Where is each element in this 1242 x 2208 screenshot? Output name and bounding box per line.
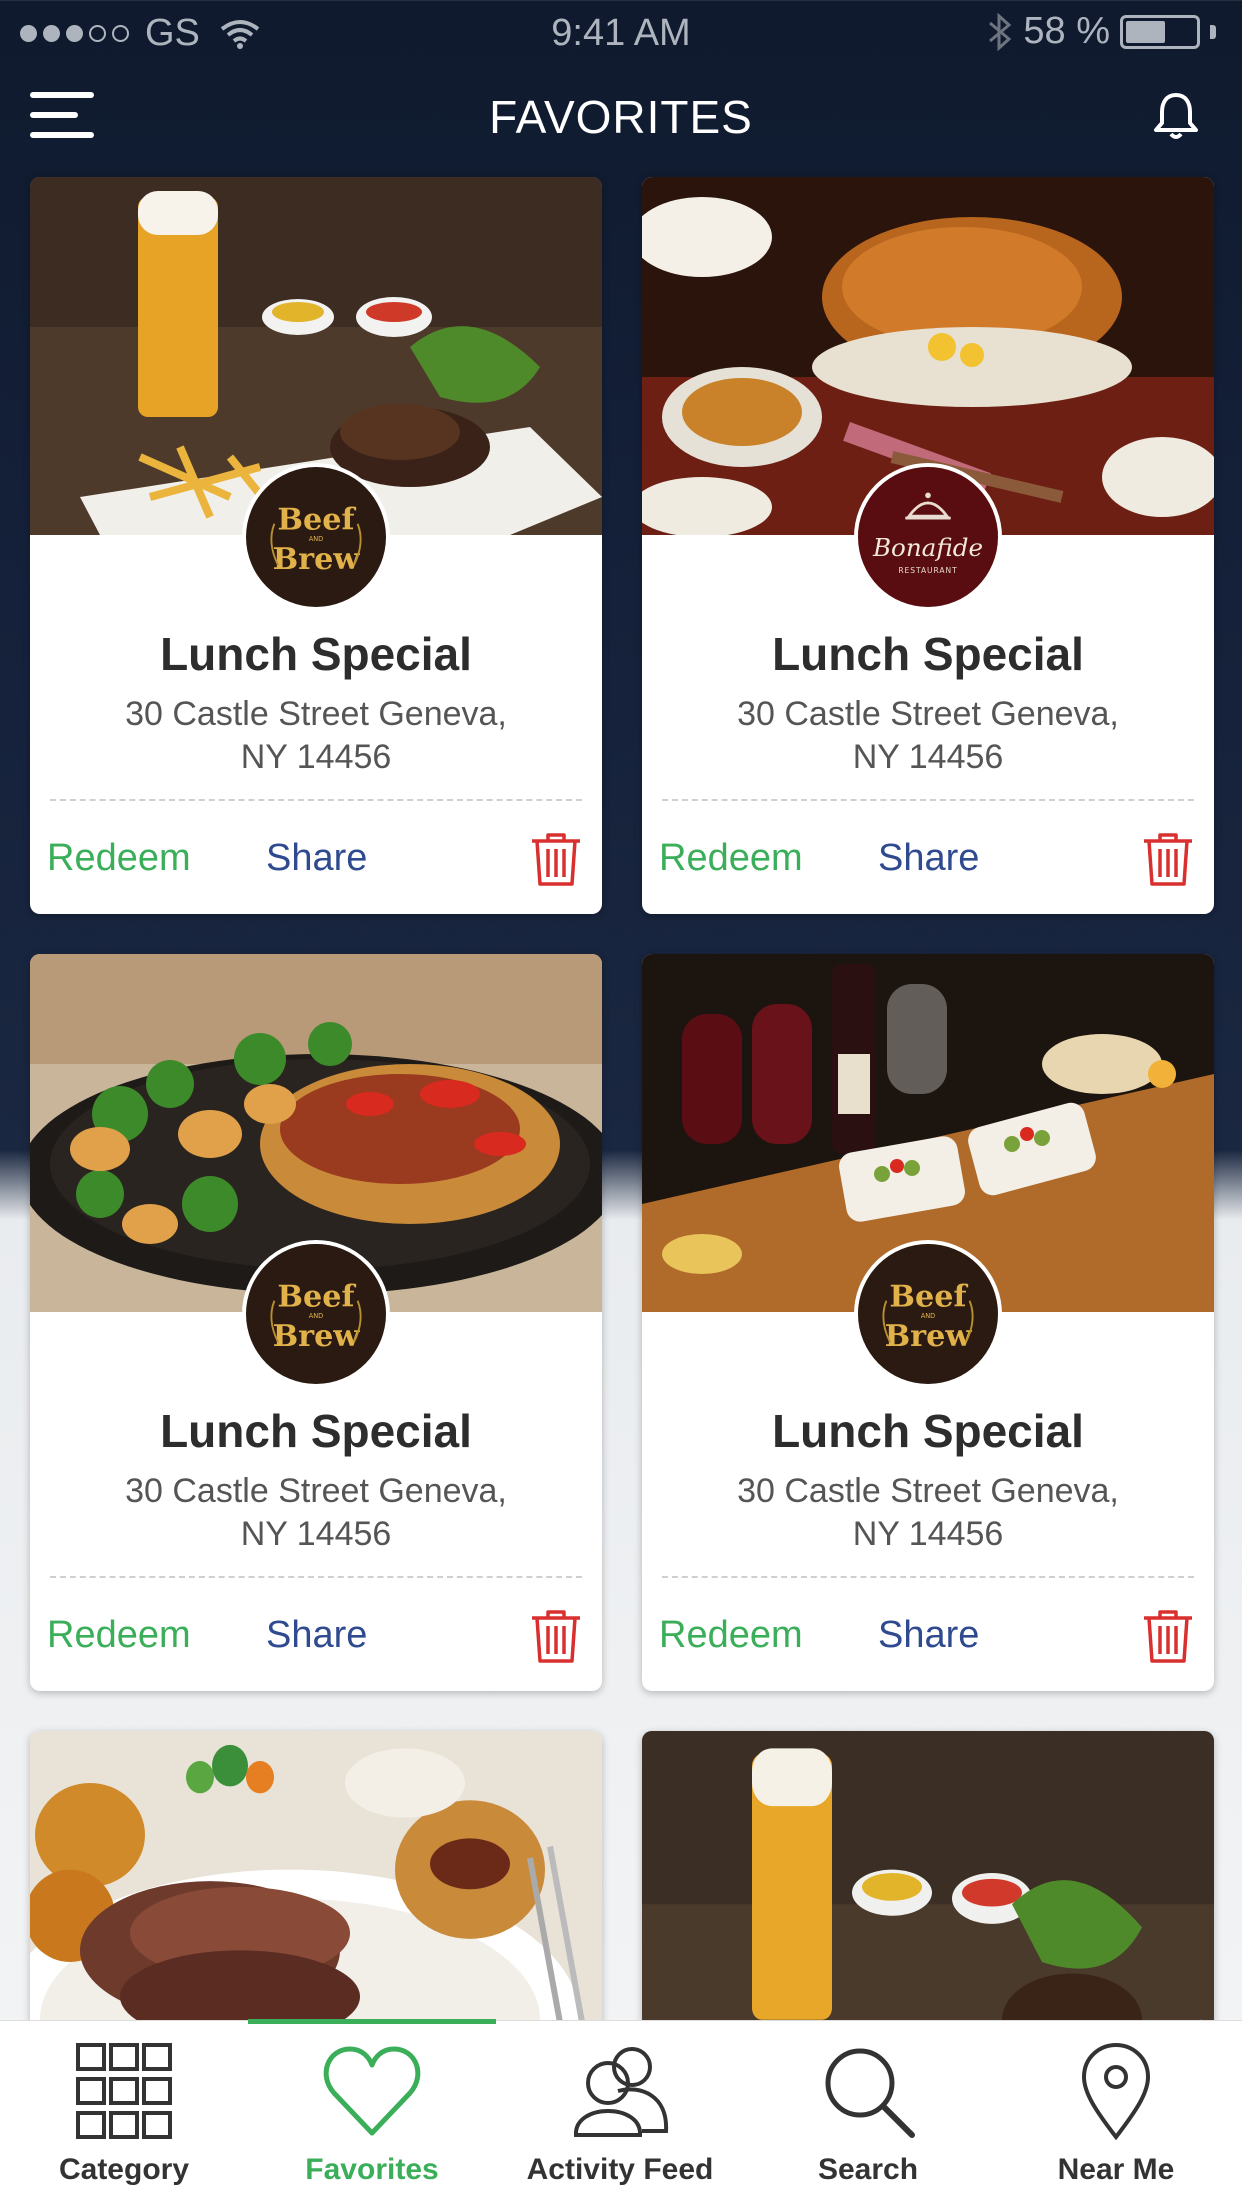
share-button[interactable]: Share <box>266 1614 367 1657</box>
trash-icon[interactable] <box>530 1608 582 1664</box>
card-title: Lunch Special <box>160 628 472 680</box>
trash-icon[interactable] <box>530 831 582 887</box>
tab-near-me[interactable]: Near Me <box>992 2021 1240 2208</box>
share-button[interactable]: Share <box>266 837 367 880</box>
users-icon <box>573 2047 669 2137</box>
bottom-tab-bar: Category Favorites Activity Feed Search <box>0 2019 1242 2208</box>
redeem-button[interactable]: Redeem <box>659 837 803 880</box>
tab-activity-feed[interactable]: Activity Feed <box>496 2021 744 2208</box>
top-nav-bar: FAVORITES <box>0 66 1242 174</box>
heart-icon <box>323 2046 421 2136</box>
restaurant-logo: Beef AND Brew <box>854 1240 1002 1388</box>
address-line-2: NY 14456 <box>852 738 1004 776</box>
card-address: 30 Castle Street Geneva, NY 14456 <box>682 693 1174 779</box>
card-title: Lunch Special <box>772 1405 1084 1457</box>
favorite-card[interactable]: Beef AND Brew Lunch Special 30 Castle St… <box>30 954 602 1691</box>
svg-text:RESTAURANT: RESTAURANT <box>898 566 957 575</box>
tab-label: Favorites <box>305 2153 439 2186</box>
bell-icon[interactable] <box>1150 90 1202 142</box>
food-image <box>30 1731 602 2041</box>
trash-icon[interactable] <box>1142 831 1194 887</box>
favorite-card[interactable]: Beef AND Brew Lunch Special 30 Castle St… <box>30 177 602 914</box>
address-line-1: 30 Castle Street Geneva, <box>125 695 507 733</box>
redeem-button[interactable]: Redeem <box>659 1614 803 1657</box>
favorite-card[interactable]: Beef AND Brew Lunch Special 30 Castle St… <box>642 954 1214 1691</box>
card-divider <box>662 1576 1194 1578</box>
tab-label: Activity Feed <box>526 2153 714 2186</box>
redeem-button[interactable]: Redeem <box>47 837 191 880</box>
address-line-1: 30 Castle Street Geneva, <box>737 695 1119 733</box>
card-title: Lunch Special <box>772 628 1084 680</box>
trash-icon[interactable] <box>1142 1608 1194 1664</box>
battery-icon <box>1120 14 1200 49</box>
address-line-2: NY 14456 <box>852 1515 1004 1553</box>
svg-text:Beef: Beef <box>277 502 356 537</box>
search-icon <box>825 2048 915 2138</box>
card-divider <box>662 799 1194 801</box>
restaurant-logo: Beef AND Brew <box>242 1240 390 1388</box>
battery-tip <box>1210 24 1216 39</box>
svg-text:Beef: Beef <box>889 1279 968 1314</box>
svg-text:Brew: Brew <box>273 542 361 577</box>
share-button[interactable]: Share <box>878 1614 979 1657</box>
grid-icon <box>76 2043 172 2139</box>
restaurant-logo: Bonafide RESTAURANT <box>854 463 1002 611</box>
tab-search[interactable]: Search <box>744 2021 992 2208</box>
card-address: 30 Castle Street Geneva, NY 14456 <box>70 693 562 779</box>
svg-text:Brew: Brew <box>273 1319 361 1354</box>
tab-favorites[interactable]: Favorites <box>248 2021 496 2208</box>
card-divider <box>50 1576 582 1578</box>
svg-text:Beef: Beef <box>277 1279 356 1314</box>
battery-fill <box>1126 20 1166 43</box>
address-line-2: NY 14456 <box>240 738 392 776</box>
status-right: 58 % <box>987 10 1216 53</box>
favorite-card[interactable] <box>642 1731 1214 2041</box>
card-divider <box>50 799 582 801</box>
card-address: 30 Castle Street Geneva, NY 14456 <box>70 1470 562 1556</box>
tab-label: Search <box>817 2153 919 2186</box>
address-line-1: 30 Castle Street Geneva, <box>737 1472 1119 1510</box>
address-line-2: NY 14456 <box>240 1515 392 1553</box>
restaurant-logo: Beef AND Brew <box>242 463 390 611</box>
tab-label: Near Me <box>1057 2153 1175 2186</box>
tab-category[interactable]: Category <box>0 2021 248 2208</box>
location-pin-icon <box>1081 2042 1151 2141</box>
card-address: 30 Castle Street Geneva, NY 14456 <box>682 1470 1174 1556</box>
favorite-card[interactable]: Bonafide RESTAURANT Lunch Special 30 Cas… <box>642 177 1214 914</box>
tab-label: Category <box>58 2153 190 2186</box>
share-button[interactable]: Share <box>878 837 979 880</box>
svg-text:Bonafide: Bonafide <box>872 533 983 562</box>
battery-percent: 58 % <box>1023 10 1110 52</box>
redeem-button[interactable]: Redeem <box>47 1614 191 1657</box>
svg-text:Brew: Brew <box>885 1319 973 1354</box>
page-title: FAVORITES <box>489 91 753 143</box>
address-line-1: 30 Castle Street Geneva, <box>125 1472 507 1510</box>
favorite-card[interactable] <box>30 1731 602 2041</box>
status-bar: GS 9:41 AM 58 % <box>0 0 1242 66</box>
food-image <box>642 1731 1214 2041</box>
card-title: Lunch Special <box>160 1405 472 1457</box>
bluetooth-icon <box>989 12 1012 51</box>
